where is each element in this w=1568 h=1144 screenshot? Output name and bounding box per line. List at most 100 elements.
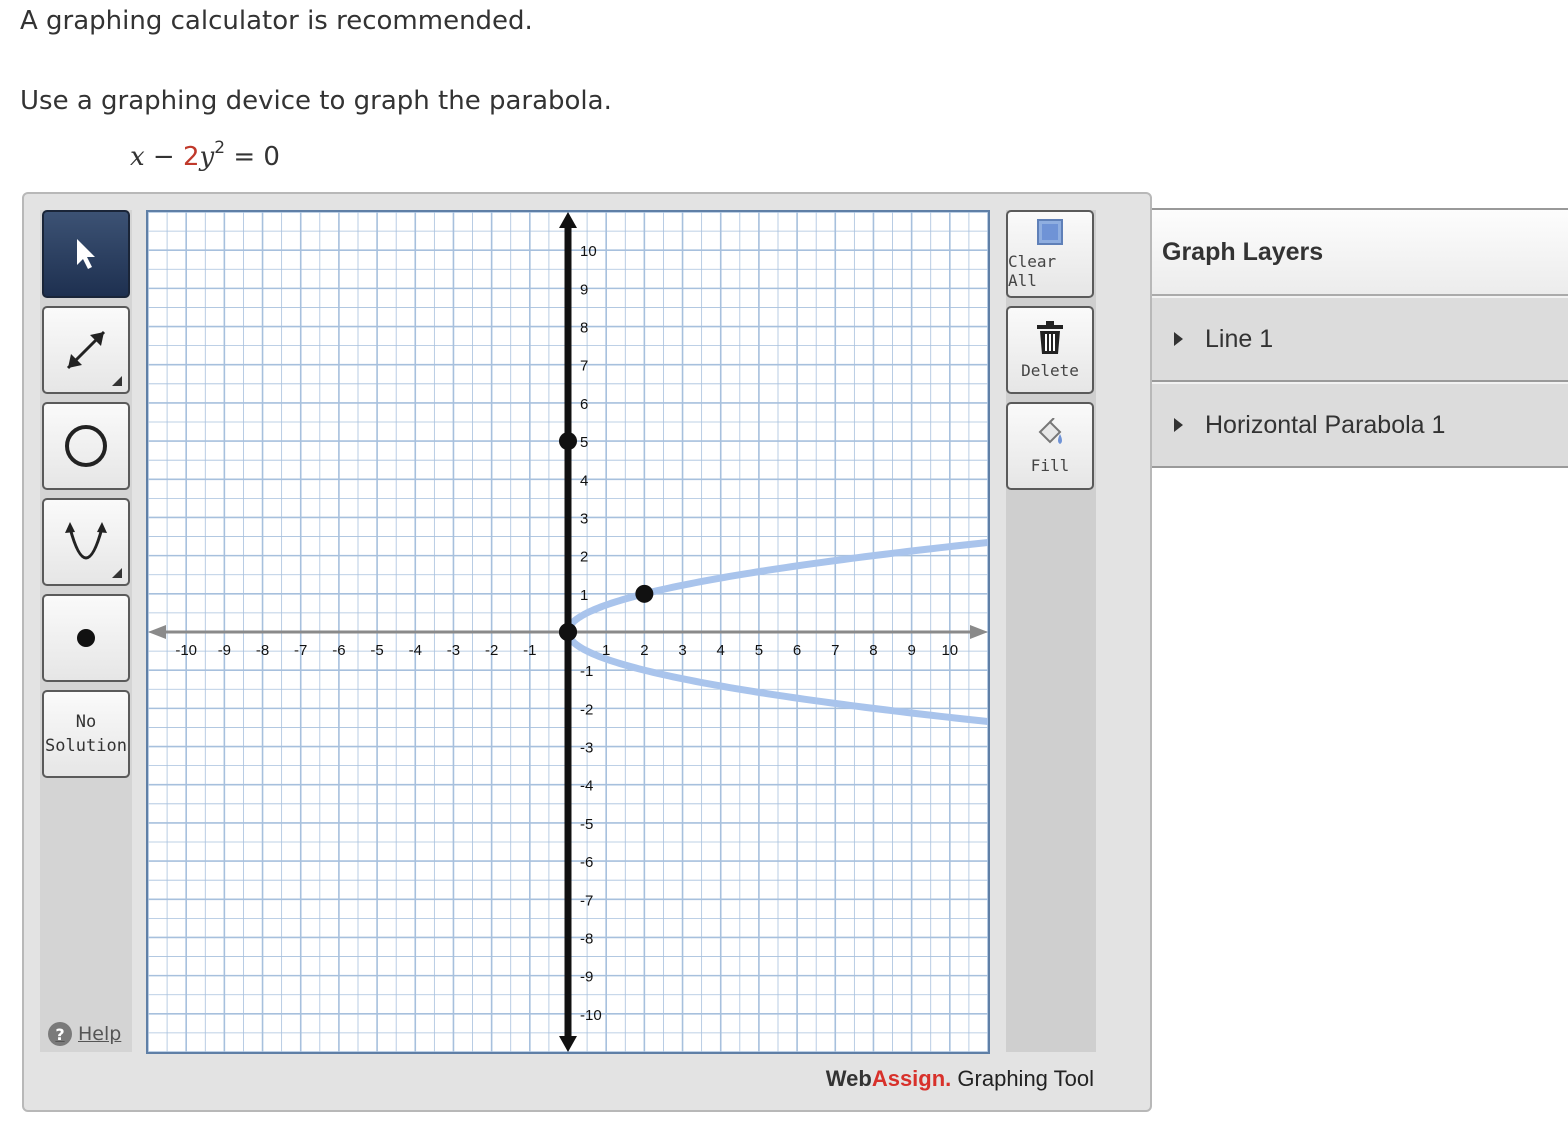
help-label: Help [78,1023,122,1045]
graphing-tool: No Solution ? Help -10 -9 -8 -7 -6 -5 -4 -3 -2 -1… [22,192,1152,1112]
x-tick-label: -5 [370,642,383,659]
line-control-point [559,432,577,451]
clear-all-icon [1037,219,1063,245]
equation-y: y [199,142,215,172]
parabola-control-point [635,584,654,603]
x-tick-label: 9 [907,642,915,659]
y-tick-label: 7 [580,358,588,375]
x-axis-right-arrow [970,625,988,639]
x-tick-label: 4 [717,642,725,659]
y-tick-label: -3 [580,740,593,757]
parabola-icon [65,522,107,560]
y-tick-label: 8 [580,320,588,337]
line-tool-button[interactable] [42,306,130,394]
select-tool-button[interactable] [42,210,130,298]
y-tick-label: 1 [580,587,588,604]
left-toolbar: No Solution ? Help [40,210,132,1052]
y-tick-label: -10 [580,1007,602,1024]
submenu-corner-icon [112,376,122,386]
layer-label: Line 1 [1205,324,1274,353]
no-solution-label-line1: No [75,712,97,732]
y-tick-label: 2 [580,549,588,566]
brand-tool: Graphing Tool [951,1066,1094,1091]
trash-icon [1037,320,1063,354]
y-tick-label: 10 [580,243,597,260]
clear-all-button[interactable]: Clear All [1006,210,1094,298]
line-1-bottom-arrow [559,1036,577,1052]
layer-label: Horizontal Parabola 1 [1205,410,1446,439]
x-tick-label: -3 [447,642,460,659]
equation-minus: − [144,142,183,172]
x-tick-label: -4 [409,642,422,659]
calculator-note: A graphing calculator is recommended. [20,6,533,36]
webassign-brand: WebAssign. Graphing Tool [826,1066,1094,1092]
x-tick-label: -2 [485,642,498,659]
delete-label: Delete [1021,360,1079,380]
expand-triangle-icon[interactable] [1174,332,1183,346]
coordinate-plane[interactable]: -10 -9 -8 -7 -6 -5 -4 -3 -2 -1 1 2 3 4 5 6 7 8 9 10 10 9 8 7 6 5 4… [148,212,988,1052]
y-tick-label: 9 [580,281,588,298]
x-tick-label: -1 [523,642,536,659]
fill-label: Fill [1030,455,1070,475]
brand-web: Web [825,1066,872,1091]
y-tick-label: -9 [580,969,593,986]
x-axis-left-arrow [148,625,166,639]
help-link[interactable]: ? Help [48,1022,121,1046]
delete-button[interactable]: Delete [1006,306,1094,394]
x-tick-label: 2 [640,642,648,659]
layer-item-horizontal-parabola-1[interactable]: Horizontal Parabola 1 [1152,382,1568,468]
right-toolbar: Clear All Delete Fill [1006,210,1096,1052]
clear-all-label: Clear All [1008,252,1057,290]
equation-exponent: 2 [214,138,226,158]
y-tick-label: 4 [580,472,588,489]
x-tick-label: -7 [294,642,307,659]
help-question-icon: ? [48,1022,72,1046]
equation-coefficient: 2 [183,142,200,172]
pointer-arrow-icon [77,239,95,269]
y-tick-label: -8 [580,930,593,947]
question-instruction: Use a graphing device to graph the parab… [20,86,612,116]
x-tick-label: 5 [755,642,763,659]
circle-icon [65,425,107,467]
graph-canvas[interactable]: -10 -9 -8 -7 -6 -5 -4 -3 -2 -1 1 2 3 4 5 6 7 8 9 10 10 9 8 7 6 5 4… [146,210,990,1054]
equation-rest: = 0 [225,142,280,172]
parabola-tool-button[interactable] [42,498,130,586]
y-tick-label: 6 [580,396,588,413]
point-icon [77,629,95,647]
paint-bucket-icon [1038,417,1062,444]
no-solution-label-line2: Solution [45,736,127,756]
x-tick-label: 3 [678,642,686,659]
y-tick-label: -6 [580,854,593,871]
x-tick-label: 1 [602,642,610,659]
y-tick-label: -2 [580,701,593,718]
expand-triangle-icon[interactable] [1174,418,1183,432]
equation-x: x [130,142,145,172]
y-tick-label: -1 [580,663,593,680]
submenu-corner-icon [112,568,122,578]
graph-layers-panel: Graph Layers Line 1 Horizontal Parabola … [1152,208,1568,472]
y-tick-label: 3 [580,510,588,527]
circle-tool-button[interactable] [42,402,130,490]
brand-assign: Assign. [871,1066,952,1091]
x-tick-label: -10 [175,642,197,659]
parabola-vertex-point [559,623,577,641]
y-tick-label: 5 [580,434,588,451]
double-arrow-line-icon [66,330,106,370]
x-tick-label: -9 [218,642,231,659]
y-tick-label: -7 [580,892,593,909]
y-tick-label: -5 [580,816,593,833]
graph-layers-title: Graph Layers [1152,210,1568,296]
x-tick-label: -8 [256,642,269,659]
no-solution-button[interactable]: No Solution [42,690,130,778]
x-tick-label: 8 [869,642,877,659]
x-tick-label: 10 [941,642,958,659]
y-tick-label: -4 [580,778,593,795]
x-tick-label: -6 [332,642,345,659]
fill-button[interactable]: Fill [1006,402,1094,490]
x-tick-label: 7 [831,642,839,659]
line-1-top-arrow [559,212,577,228]
layer-item-line-1[interactable]: Line 1 [1152,296,1568,382]
x-tick-label: 6 [793,642,801,659]
parabola-equation: x − 2y2 = 0 [130,138,280,172]
point-tool-button[interactable] [42,594,130,682]
